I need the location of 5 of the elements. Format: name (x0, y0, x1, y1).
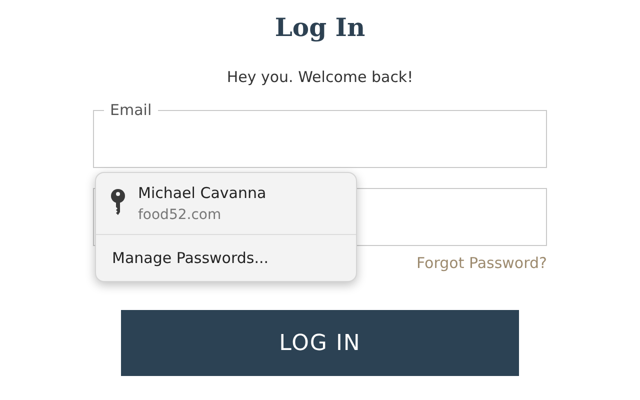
saved-account-item[interactable]: Michael Cavanna food52.com (96, 173, 356, 235)
page-title: Log In (274, 12, 366, 44)
manage-passwords-item[interactable]: Manage Passwords... (96, 235, 356, 281)
welcome-text: Hey you. Welcome back! (226, 68, 414, 86)
login-button[interactable]: LOG IN (121, 310, 519, 376)
